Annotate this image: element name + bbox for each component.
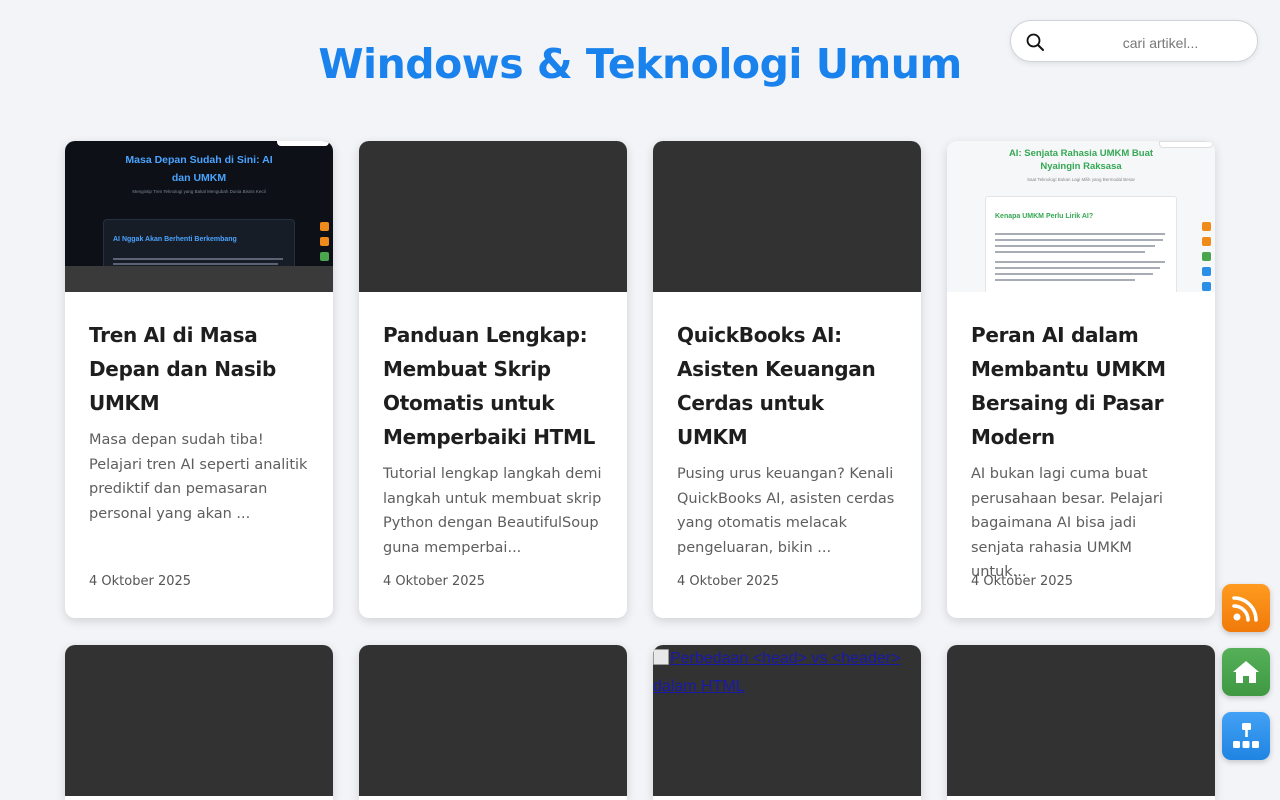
broken-image-icon [653,649,669,665]
thumbnail-heading: Masa Depan Sudah di Sini: AI dan UMKM [125,154,273,184]
search-input[interactable] [1071,29,1250,57]
thumbnail-rss-icon [1202,237,1211,246]
card-excerpt: Masa depan sudah tiba! Pelajari tren AI … [89,432,308,522]
card-title[interactable]: Tren AI di Masa Depan dan Nasib UMKM [89,318,309,420]
card-thumbnail[interactable] [359,645,627,796]
card-excerpt: AI bukan lagi cuma buat perusahaan besar… [971,466,1163,580]
thumbnail-back-icon [1202,282,1211,291]
thumbnail-arrow-icon [320,222,329,231]
article-card[interactable] [65,645,333,800]
thumbnail-section: Kenapa UMKM Perlu Lirik AI? [985,196,1177,292]
thumbnail-section-heading: AI Nggak Akan Berhenti Berkembang [113,236,237,243]
sitemap-button[interactable] [1222,712,1270,760]
home-button[interactable] [1222,648,1270,696]
card-date: 4 Oktober 2025 [383,574,486,589]
search-icon[interactable] [1025,32,1045,52]
card-thumbnail[interactable] [947,645,1215,796]
broken-image-alt-text: Perbedaan <head> vs <header> dalam HTML [653,650,901,695]
thumbnail-subheading: Mengintip Tren Teknologi yang Bakal Meng… [132,189,266,194]
sitemap-icon [1233,723,1259,748]
card-excerpt: Tutorial lengkap langkah demi langkah un… [383,466,602,556]
card-thumbnail[interactable] [653,141,921,292]
search-box[interactable] [1010,20,1258,62]
thumbnail-overlay [65,266,333,292]
card-thumbnail[interactable] [359,141,627,292]
article-card[interactable] [947,645,1215,800]
broken-image[interactable]: Perbedaan <head> vs <header> dalam HTML [653,645,921,701]
card-excerpt: Pusing urus keuangan? Kenali QuickBooks … [677,466,895,556]
thumbnail-arrow-icon [1202,222,1211,231]
card-title[interactable]: Peran AI dalam Membantu UMKM Bersaing di… [971,318,1191,454]
card-thumbnail[interactable]: AI: Senjata Rahasia UMKM Buat Nyaingin R… [947,141,1215,292]
thumbnail-heading: AI: Senjata Rahasia UMKM Buat Nyaingin R… [1008,148,1154,172]
card-date: 4 Oktober 2025 [89,574,192,589]
thumbnail-home-icon [1202,252,1211,261]
thumbnail-home-icon [320,252,329,261]
rss-icon [1232,596,1258,622]
card-thumbnail[interactable] [65,645,333,796]
article-card[interactable]: QuickBooks AI: Asisten Keuangan Cerdas u… [653,141,921,618]
article-card[interactable]: Panduan Lengkap: Membuat Skrip Otomatis … [359,141,627,618]
article-card[interactable]: Perbedaan <head> vs <header> dalam HTML [653,645,921,800]
card-title[interactable]: QuickBooks AI: Asisten Keuangan Cerdas u… [677,318,897,454]
article-card[interactable]: AI: Senjata Rahasia UMKM Buat Nyaingin R… [947,141,1215,618]
article-card[interactable]: Masa Depan Sudah di Sini: AI dan UMKM Me… [65,141,333,618]
card-thumbnail[interactable]: Perbedaan <head> vs <header> dalam HTML [653,645,921,796]
card-thumbnail[interactable]: Masa Depan Sudah di Sini: AI dan UMKM Me… [65,141,333,292]
home-icon [1233,661,1259,683]
card-date: 4 Oktober 2025 [971,574,1074,589]
thumbnail-rss-icon [320,237,329,246]
article-card[interactable] [359,645,627,800]
thumbnail-section-heading: Kenapa UMKM Perlu Lirik AI? [995,213,1094,220]
thumbnail-subheading: Saat Teknologi Bukan Lagi Milik yang Ber… [1027,177,1135,182]
thumbnail-sitemap-icon [1202,267,1211,276]
card-date: 4 Oktober 2025 [677,574,780,589]
rss-button[interactable] [1222,584,1270,632]
card-title[interactable]: Panduan Lengkap: Membuat Skrip Otomatis … [383,318,603,454]
thumbnail-search-bar [277,141,329,146]
